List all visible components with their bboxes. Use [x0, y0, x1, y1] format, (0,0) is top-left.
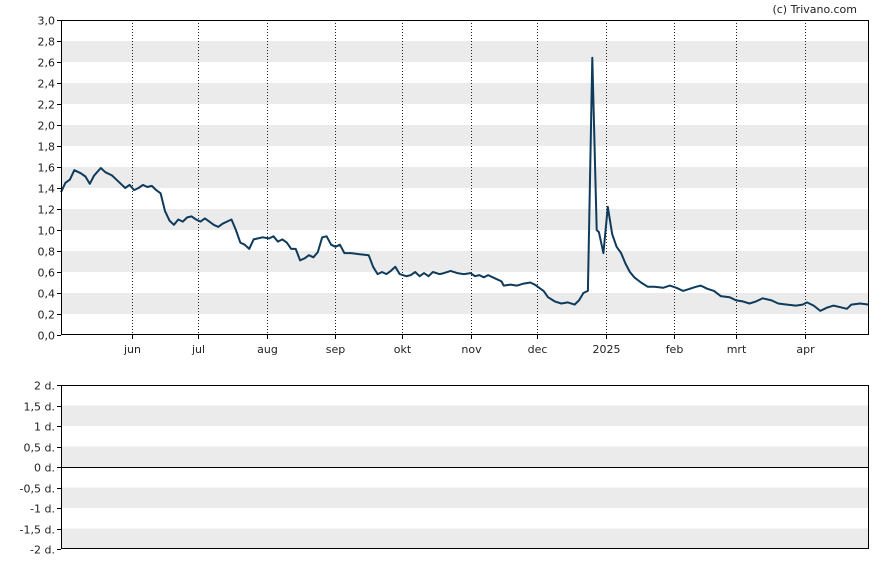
y-tick-label: 1,8	[38, 141, 56, 154]
y-tick-label: 0 d.	[34, 462, 55, 475]
grid-band	[61, 487, 869, 508]
y-tick-label: 0,4	[38, 288, 56, 301]
y-tick-label: 2,4	[38, 78, 56, 91]
y-tick-label: 2,2	[38, 99, 56, 112]
y-tick-label: 1,2	[38, 204, 56, 217]
chart-root: (c) Trivano.com jun jul aug sep okt nov dec 202…	[20, 3, 870, 557]
y-tick-label: 1 d.	[34, 421, 55, 434]
y-tick-label: 0,5 d.	[24, 442, 55, 455]
y-tick-label: 2,6	[38, 57, 56, 70]
grid-band	[61, 528, 869, 549]
y-tick-label: 1,5 d.	[24, 401, 55, 414]
x-tick-label: sep	[326, 343, 345, 356]
y-tick-label: -1 d.	[30, 503, 55, 516]
y-tick-label: 0,6	[38, 267, 56, 280]
grid-band	[61, 251, 869, 272]
y-tick-label: 2,8	[38, 36, 56, 49]
y-tick-label: 0,2	[38, 309, 56, 322]
x-tick-label: jun	[123, 343, 141, 356]
y-tick-label: -1,5 d.	[20, 524, 55, 537]
y-tick-label: 0,0	[38, 330, 56, 343]
y-tick-label: -2 d.	[30, 544, 55, 557]
y-tick-label: 2 d.	[34, 380, 55, 393]
grid-band	[61, 446, 869, 467]
secondary-chart: 2 d. 1,5 d. 1 d. 0,5 d. 0 d. -0,5 d. -1 d. -1,5…	[20, 380, 869, 557]
grid-band	[61, 41, 869, 62]
x-tick-label: jul	[191, 343, 205, 356]
x-tick-label: nov	[461, 343, 482, 356]
grid-band	[61, 125, 869, 146]
grid-band	[61, 209, 869, 230]
x-tick-label: aug	[257, 343, 278, 356]
main-price-chart: jun jul aug sep okt nov dec 2025 feb mrt apr 0,0 0,2…	[38, 15, 870, 356]
y-tick-label: 1,0	[38, 225, 56, 238]
grid-band	[61, 167, 869, 188]
credit-text: (c) Trivano.com	[772, 3, 857, 16]
x-tick-label: dec	[528, 343, 548, 356]
y-tick-label: 0,8	[38, 246, 56, 259]
grid-band	[61, 83, 869, 104]
y-tick-label: 2,0	[38, 120, 56, 133]
x-tick-label: okt	[394, 343, 412, 356]
grid-band	[61, 405, 869, 426]
x-tick-label: mrt	[727, 343, 747, 356]
y-tick-label: -0,5 d.	[20, 483, 55, 496]
x-tick-label: feb	[666, 343, 684, 356]
y-tick-label: 1,4	[38, 183, 56, 196]
y-tick-label: 3,0	[38, 15, 56, 28]
y-tick-label: 1,6	[38, 162, 56, 175]
x-tick-label: apr	[796, 343, 815, 356]
x-tick-label: 2025	[593, 343, 621, 356]
